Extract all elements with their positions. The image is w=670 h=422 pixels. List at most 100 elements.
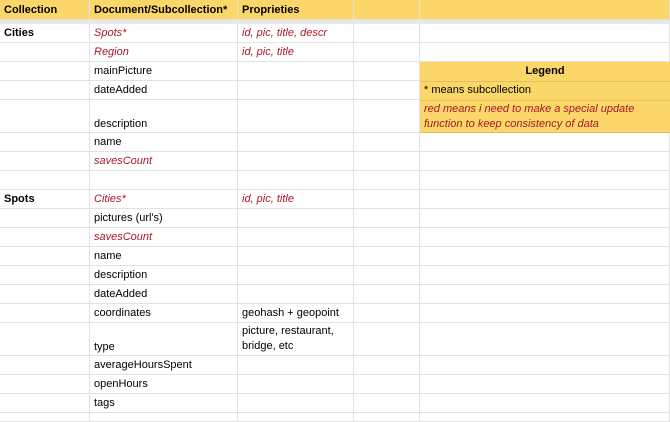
cell-prop[interactable] — [238, 100, 354, 133]
cell-prop[interactable] — [238, 266, 354, 285]
cell-empty[interactable] — [354, 24, 420, 43]
cell-collection[interactable] — [0, 285, 90, 304]
cell-prop[interactable] — [238, 247, 354, 266]
cell-prop[interactable] — [238, 413, 354, 422]
cell-prop[interactable] — [238, 394, 354, 413]
cell-prop[interactable] — [238, 171, 354, 190]
cell-document[interactable] — [90, 171, 238, 190]
cell-collection[interactable] — [0, 323, 90, 356]
header-document[interactable]: Document/Subcollection* — [90, 0, 238, 20]
cell-prop[interactable] — [238, 375, 354, 394]
cell-empty[interactable] — [354, 100, 420, 133]
cell-collection[interactable] — [0, 62, 90, 81]
cell-collection[interactable]: Spots — [0, 190, 90, 209]
cell-collection[interactable] — [0, 43, 90, 62]
cell-empty[interactable] — [420, 43, 670, 62]
cell-prop[interactable] — [238, 62, 354, 81]
cell-empty[interactable] — [354, 304, 420, 323]
cell-prop[interactable] — [238, 228, 354, 247]
cell-empty[interactable] — [420, 413, 670, 422]
cell-collection[interactable] — [0, 100, 90, 133]
cell-prop[interactable]: id, pic, title — [238, 43, 354, 62]
cell-empty[interactable] — [354, 375, 420, 394]
cell-collection[interactable] — [0, 413, 90, 422]
cell-empty[interactable] — [354, 190, 420, 209]
cell-collection[interactable] — [0, 375, 90, 394]
header-empty-e[interactable] — [420, 0, 670, 20]
cell-collection[interactable] — [0, 81, 90, 100]
cell-empty[interactable] — [354, 81, 420, 100]
cell-collection[interactable] — [0, 304, 90, 323]
cell-collection[interactable] — [0, 266, 90, 285]
cell-empty[interactable] — [420, 323, 670, 356]
cell-document[interactable]: Spots* — [90, 24, 238, 43]
cell-collection[interactable] — [0, 228, 90, 247]
cell-document[interactable]: averageHoursSpent — [90, 356, 238, 375]
cell-collection[interactable] — [0, 133, 90, 152]
cell-empty[interactable] — [420, 228, 670, 247]
cell-empty[interactable] — [354, 285, 420, 304]
cell-collection[interactable] — [0, 394, 90, 413]
cell-empty[interactable] — [420, 133, 670, 152]
cell-empty[interactable] — [354, 247, 420, 266]
cell-document[interactable]: openHours — [90, 375, 238, 394]
cell-prop[interactable] — [238, 356, 354, 375]
cell-prop[interactable]: id, pic, title, descr — [238, 24, 354, 43]
cell-document[interactable]: Region — [90, 43, 238, 62]
cell-collection[interactable] — [0, 356, 90, 375]
cell-empty[interactable] — [420, 304, 670, 323]
cell-document[interactable]: savesCount — [90, 152, 238, 171]
cell-collection[interactable] — [0, 152, 90, 171]
cell-document[interactable]: dateAdded — [90, 285, 238, 304]
cell-document[interactable]: coordinates — [90, 304, 238, 323]
cell-empty[interactable] — [354, 171, 420, 190]
cell-empty[interactable] — [354, 228, 420, 247]
cell-collection[interactable] — [0, 209, 90, 228]
cell-empty[interactable] — [354, 356, 420, 375]
cell-empty[interactable] — [420, 152, 670, 171]
cell-empty[interactable] — [420, 285, 670, 304]
cell-document[interactable] — [90, 413, 238, 422]
cell-prop[interactable] — [238, 152, 354, 171]
cell-prop[interactable]: id, pic, title — [238, 190, 354, 209]
header-proprieties[interactable]: Proprieties — [238, 0, 354, 20]
cell-prop[interactable] — [238, 81, 354, 100]
cell-collection[interactable] — [0, 247, 90, 266]
cell-collection[interactable] — [0, 171, 90, 190]
cell-empty[interactable] — [354, 43, 420, 62]
cell-empty[interactable] — [420, 356, 670, 375]
cell-empty[interactable] — [354, 266, 420, 285]
cell-document[interactable]: mainPicture — [90, 62, 238, 81]
cell-document[interactable]: name — [90, 133, 238, 152]
cell-empty[interactable] — [354, 152, 420, 171]
cell-empty[interactable] — [420, 247, 670, 266]
cell-document[interactable]: tags — [90, 394, 238, 413]
cell-empty[interactable] — [354, 133, 420, 152]
cell-empty[interactable] — [354, 323, 420, 356]
cell-collection[interactable]: Cities — [0, 24, 90, 43]
cell-document[interactable]: Cities* — [90, 190, 238, 209]
cell-prop[interactable] — [238, 209, 354, 228]
cell-empty[interactable] — [354, 62, 420, 81]
cell-document[interactable]: savesCount — [90, 228, 238, 247]
cell-prop[interactable]: picture, restaurant, bridge, etc — [238, 323, 354, 356]
cell-empty[interactable] — [354, 413, 420, 422]
cell-empty[interactable] — [420, 209, 670, 228]
header-empty-d[interactable] — [354, 0, 420, 20]
cell-empty[interactable] — [420, 171, 670, 190]
header-collection[interactable]: Collection — [0, 0, 90, 20]
cell-document[interactable]: description — [90, 266, 238, 285]
cell-document[interactable]: dateAdded — [90, 81, 238, 100]
cell-empty[interactable] — [420, 375, 670, 394]
cell-empty[interactable] — [354, 394, 420, 413]
cell-document[interactable]: name — [90, 247, 238, 266]
cell-empty[interactable] — [420, 24, 670, 43]
cell-document[interactable]: description — [90, 100, 238, 133]
cell-empty[interactable] — [420, 394, 670, 413]
cell-empty[interactable] — [420, 266, 670, 285]
cell-empty[interactable] — [420, 190, 670, 209]
cell-prop[interactable]: geohash + geopoint — [238, 304, 354, 323]
cell-document[interactable]: type — [90, 323, 238, 356]
cell-empty[interactable] — [354, 209, 420, 228]
cell-prop[interactable] — [238, 133, 354, 152]
